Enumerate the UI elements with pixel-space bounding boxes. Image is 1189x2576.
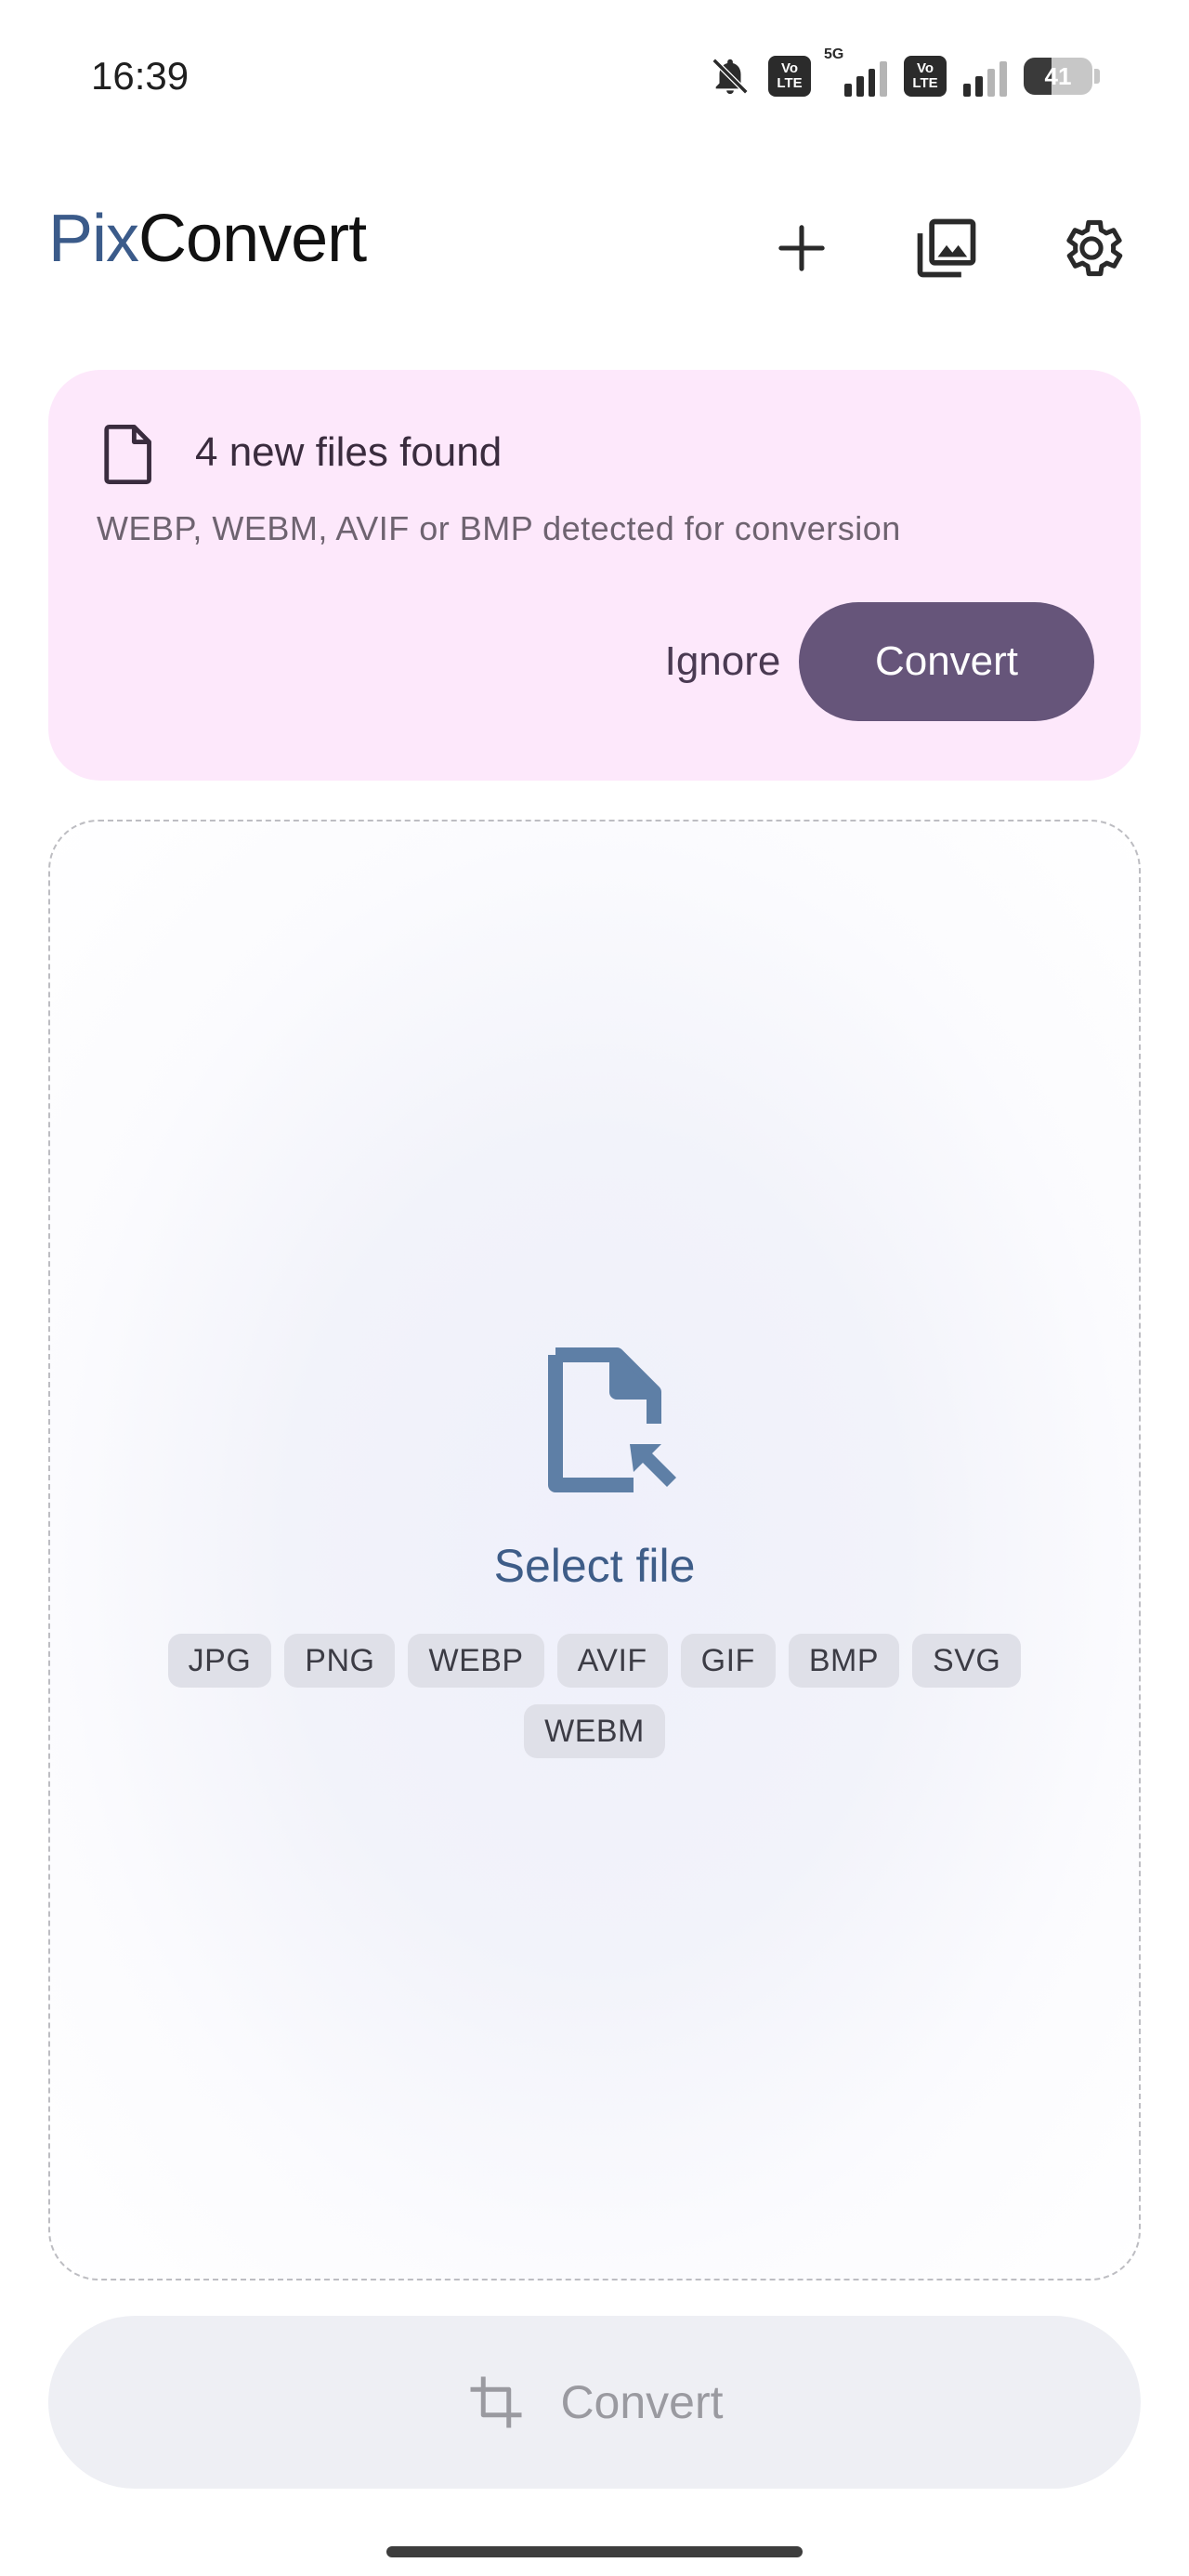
file-drop-zone[interactable]: Select file JPG PNG WEBP AVIF GIF BMP SV… xyxy=(48,820,1141,2280)
format-chip-gif: GIF xyxy=(680,1634,776,1688)
settings-icon xyxy=(1066,219,1123,277)
status-bar: 16:39 Vo LTE 5G Vo LTE 41 xyxy=(0,0,1189,139)
network-type-label: 5G xyxy=(824,46,844,62)
banner-convert-button[interactable]: Convert xyxy=(799,602,1094,721)
app-actions xyxy=(752,199,1141,297)
file-icon xyxy=(104,424,151,485)
new-files-banner: 4 new files found WEBP, WEBM, AVIF or BM… xyxy=(48,370,1141,781)
format-chip-webm: WEBM xyxy=(524,1704,665,1758)
settings-button[interactable] xyxy=(1042,199,1141,297)
battery-level: 41 xyxy=(1044,61,1072,90)
format-chip-webp: WEBP xyxy=(408,1634,544,1688)
bell-off-icon xyxy=(712,58,749,95)
home-indicator[interactable] xyxy=(386,2546,803,2557)
gallery-button[interactable] xyxy=(897,199,996,297)
format-chip-bmp: BMP xyxy=(788,1634,900,1688)
select-file-label[interactable]: Select file xyxy=(50,1539,1139,1593)
crop-icon xyxy=(470,2376,522,2428)
format-chips: JPG PNG WEBP AVIF GIF BMP SVG WEBM xyxy=(143,1634,1046,1758)
add-icon xyxy=(778,225,825,271)
gallery-icon xyxy=(917,218,976,278)
status-icons: Vo LTE 5G Vo LTE 41 xyxy=(709,46,1100,100)
app-title: PixConvert xyxy=(48,201,367,277)
status-time: 16:39 xyxy=(91,54,189,98)
format-chip-svg: SVG xyxy=(912,1634,1022,1688)
app-title-main: Convert xyxy=(138,202,367,276)
signal-5g-icon: 5G xyxy=(824,46,888,97)
banner-subtitle: WEBP, WEBM, AVIF or BMP detected for con… xyxy=(97,509,901,547)
bottom-convert-label: Convert xyxy=(560,2376,724,2428)
format-chip-png: PNG xyxy=(284,1634,396,1688)
volte-icon: Vo LTE xyxy=(904,56,947,97)
bottom-convert-button[interactable]: Convert xyxy=(48,2316,1141,2489)
app-title-accent: Pix xyxy=(48,202,139,276)
file-select-icon xyxy=(548,1347,676,1492)
banner-title: 4 new files found xyxy=(195,429,503,475)
app-bar: PixConvert xyxy=(0,177,1189,297)
format-chip-jpg: JPG xyxy=(167,1634,272,1688)
signal-icon xyxy=(963,56,1007,97)
format-chip-avif: AVIF xyxy=(556,1634,668,1688)
battery-icon: 41 xyxy=(1024,58,1100,95)
volte-icon: Vo LTE xyxy=(768,56,811,97)
add-button[interactable] xyxy=(752,199,851,297)
